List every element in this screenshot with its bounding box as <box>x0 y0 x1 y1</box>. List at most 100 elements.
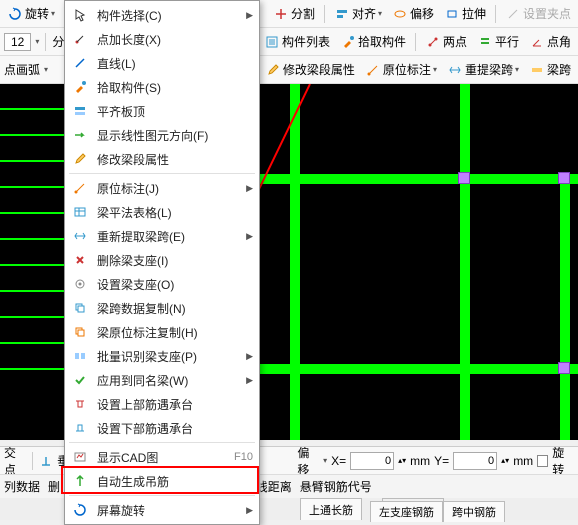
del-label[interactable]: 删 <box>48 478 60 495</box>
menu-item-label: 构件选择(C) <box>97 7 238 24</box>
x-input[interactable] <box>350 452 394 470</box>
menu-item-20[interactable]: 显示CAD图F10 <box>65 445 259 469</box>
menu-item-label: 屏幕旋转 <box>97 502 238 519</box>
perp-icon[interactable] <box>39 453 54 469</box>
rotate-tool[interactable]: 旋转▾ <box>4 4 58 23</box>
respan-icon <box>71 227 89 245</box>
menu-item-21[interactable]: 自动生成吊筋 <box>65 469 259 493</box>
y-label: Y= <box>434 454 449 468</box>
edit-icon <box>265 62 281 78</box>
num-field[interactable]: 12 <box>4 33 31 51</box>
parallel-btn[interactable]: 平行 <box>474 32 522 51</box>
menu-item-label: 设置下部筋遇承台 <box>97 420 253 437</box>
rotate-checkbox[interactable] <box>537 455 548 467</box>
menu-item-18[interactable]: 设置下部筋遇承台 <box>65 416 259 440</box>
menu-item-4[interactable]: 平齐板顶 <box>65 99 259 123</box>
complist-btn[interactable]: 构件列表 <box>261 32 333 51</box>
pick-btn[interactable]: 拾取构件 <box>337 32 409 51</box>
menu-item-0[interactable]: 构件选择(C)▶ <box>65 3 259 27</box>
menu-item-8[interactable]: 原位标注(J) ▶ <box>65 176 259 200</box>
fen-label: 分 <box>52 33 64 50</box>
grip-icon <box>505 6 521 22</box>
drawing-canvas[interactable] <box>260 84 578 440</box>
menu-item-16[interactable]: 应用到同名梁(W)▶ <box>65 368 259 392</box>
offset-tool[interactable]: 偏移 <box>389 4 437 23</box>
bot-icon <box>71 419 89 437</box>
menu-item-label: 应用到同名梁(W) <box>97 372 238 389</box>
menu-item-label: 梁原位标注复制(H) <box>97 324 253 341</box>
stretch-tool[interactable]: 拉伸 <box>441 4 489 23</box>
top-icon <box>71 395 89 413</box>
menu-item-label: 点加长度(X) <box>97 31 253 48</box>
menu-item-label: 直线(L) <box>97 55 253 72</box>
menu-item-23[interactable]: 屏幕旋转 ▶ <box>65 498 259 522</box>
menu-item-17[interactable]: 设置上部筋遇承台 <box>65 392 259 416</box>
mark-icon <box>71 179 89 197</box>
menu-item-2[interactable]: 直线(L) <box>65 51 259 75</box>
menu-item-14[interactable]: 梁原位标注复制(H) <box>65 320 259 344</box>
menu-item-10[interactable]: 重新提取梁跨(E)▶ <box>65 224 259 248</box>
menu-item-6[interactable]: 修改梁段属性 <box>65 147 259 171</box>
menu-item-label: 梁跨数据复制(N) <box>97 300 253 317</box>
submenu-arrow-icon: ▶ <box>246 231 253 242</box>
rot-icon <box>71 501 89 519</box>
del-icon <box>71 251 89 269</box>
pianyi-label: 偏移 <box>297 446 319 474</box>
rotate-cb-label: 旋转 <box>552 446 574 474</box>
y-input[interactable] <box>453 452 497 470</box>
apply-icon <box>71 371 89 389</box>
setgrip-tool[interactable]: 设置夹点 <box>502 4 574 23</box>
red-arrow <box>260 84 578 440</box>
ptangle-btn[interactable]: 点角 <box>526 32 574 51</box>
copy2-icon <box>71 323 89 341</box>
x-label: X= <box>331 454 346 468</box>
align-icon <box>334 6 350 22</box>
tab-zuozhi[interactable]: 左支座钢筋 <box>370 501 443 522</box>
menu-item-5[interactable]: 显示线性图元方向(F) <box>65 123 259 147</box>
menu-item-3[interactable]: 拾取构件(S) <box>65 75 259 99</box>
twopt-icon <box>425 34 441 50</box>
tab-tongchang[interactable]: 上通长筋 <box>300 498 362 520</box>
respan-btn[interactable]: 重提梁跨▾ <box>444 60 522 79</box>
menu-item-label: 梁平法表格(L) <box>97 204 253 221</box>
rotate-icon <box>7 6 23 22</box>
align-tool[interactable]: 对齐▾ <box>331 4 385 23</box>
bottom-subtabs: 左支座钢筋 跨中钢筋 <box>370 501 505 522</box>
menu-item-13[interactable]: 梁跨数据复制(N) <box>65 296 259 320</box>
context-menu: 构件选择(C)▶点加长度(X)直线(L)拾取构件(S)平齐板顶显示线性图元方向(… <box>64 0 260 525</box>
arc-label[interactable]: 点画弧 <box>4 61 40 78</box>
menu-item-label: 拾取构件(S) <box>97 79 253 96</box>
menu-item-15[interactable]: 批量识别梁支座(P)▶ <box>65 344 259 368</box>
menu-item-label: 平齐板顶 <box>97 103 253 120</box>
menu-item-label: 原位标注(J) <box>97 180 238 197</box>
submenu-arrow-icon: ▶ <box>246 183 253 194</box>
diaoji-label: 悬臂钢筋代号 <box>300 478 372 495</box>
menu-item-label: 删除梁支座(I) <box>97 252 253 269</box>
mm-label-1: mm <box>410 454 430 468</box>
menu-item-label: 批量识别梁支座(P) <box>97 348 238 365</box>
batch-icon <box>71 347 89 365</box>
beam-icon <box>529 62 545 78</box>
ptlen-icon <box>71 30 89 48</box>
menu-item-9[interactable]: 梁平法表格(L) <box>65 200 259 224</box>
cursor-icon <box>71 6 89 24</box>
list-icon <box>264 34 280 50</box>
beamend-btn[interactable]: 梁跨 <box>526 60 574 79</box>
twopt-btn[interactable]: 两点 <box>422 32 470 51</box>
auto-icon <box>71 472 89 490</box>
coldata-label[interactable]: 列数据 <box>4 478 40 495</box>
mm-label-2: mm <box>513 454 533 468</box>
mark-icon <box>365 62 381 78</box>
modseg-btn[interactable]: 修改梁段属性 <box>262 60 358 79</box>
menu-item-label: 显示线性图元方向(F) <box>97 127 253 144</box>
menu-item-1[interactable]: 点加长度(X) <box>65 27 259 51</box>
menu-item-11[interactable]: 删除梁支座(I) <box>65 248 259 272</box>
tab-kuazhong[interactable]: 跨中钢筋 <box>443 501 505 522</box>
split-tool[interactable]: 分割 <box>270 4 318 23</box>
submenu-arrow-icon: ▶ <box>246 505 253 516</box>
menu-item-12[interactable]: 设置梁支座(O) <box>65 272 259 296</box>
origmark-btn[interactable]: 原位标注▾ <box>362 60 440 79</box>
split-icon <box>273 6 289 22</box>
jd-btn[interactable]: 交点 <box>4 446 26 474</box>
angle-icon <box>529 34 545 50</box>
